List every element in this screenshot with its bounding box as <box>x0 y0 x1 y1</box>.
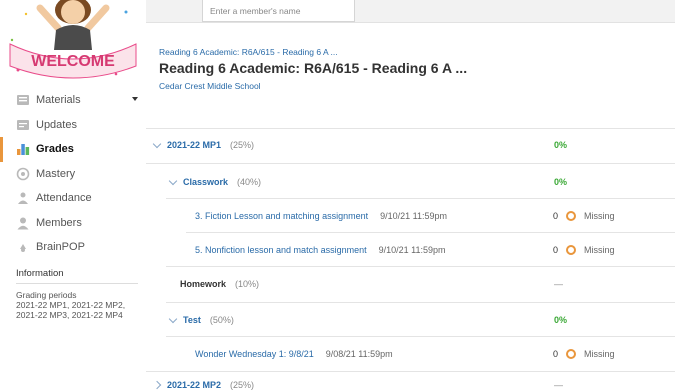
category-weight: (40%) <box>237 177 262 187</box>
category-weight: (10%) <box>235 279 260 289</box>
grades-icon <box>16 142 30 156</box>
category-grade: 0% <box>554 315 568 325</box>
page-title: Reading 6 Academic: R6A/615 - Reading 6 … <box>159 60 468 76</box>
sidebar-nav: Materials Updates Grades Mastery Attenda… <box>0 88 146 260</box>
chevron-down-icon[interactable] <box>132 97 138 101</box>
assignment-due-date: 9/10/21 11:59pm <box>378 245 446 255</box>
sidebar-item-brainpop[interactable]: BrainPOP <box>0 235 146 260</box>
assignment-title[interactable]: Wonder Wednesday 1: 9/8/21 <box>195 349 314 359</box>
school-link[interactable]: Cedar Crest Middle School <box>159 81 261 91</box>
attendance-icon <box>16 191 30 205</box>
sidebar-item-label: Materials <box>36 94 81 107</box>
app-window: WELCOME Materials Updates Grades Mastery… <box>0 0 675 392</box>
divider <box>146 371 675 372</box>
assignment-status: Missing <box>584 211 615 221</box>
assignment-title[interactable]: 5. Nonfiction lesson and match assignmen… <box>195 245 367 255</box>
grading-period-label[interactable]: 2021-22 MP2 <box>167 380 221 390</box>
chevron-right-icon[interactable] <box>152 380 162 390</box>
chevron-down-icon[interactable] <box>168 176 178 185</box>
assignment-score: 0 <box>553 211 559 221</box>
sidebar-item-grades[interactable]: Grades <box>0 137 146 162</box>
mastery-icon <box>16 167 30 181</box>
svg-text:WELCOME: WELCOME <box>31 53 115 70</box>
category-label[interactable]: Test <box>183 315 201 325</box>
sidebar-item-members[interactable]: Members <box>0 211 146 236</box>
sidebar: WELCOME Materials Updates Grades Mastery… <box>0 0 146 392</box>
category-label: Homework <box>180 279 227 289</box>
chevron-down-icon[interactable] <box>152 139 162 148</box>
grading-periods-label: Grading periods <box>16 290 77 300</box>
category-grade: 0% <box>554 177 568 187</box>
sidebar-item-label: Grades <box>36 143 74 156</box>
divider <box>166 266 675 267</box>
category-label[interactable]: Classwork <box>183 177 228 187</box>
grading-period-grade: — <box>554 380 563 390</box>
sidebar-item-updates[interactable]: Updates <box>0 113 146 138</box>
breadcrumb[interactable]: Reading 6 Academic: R6A/615 - Reading 6 … <box>159 47 338 57</box>
brainpop-icon <box>16 240 30 254</box>
information-heading: Information <box>16 268 64 279</box>
assignment-score: 0 <box>553 349 559 359</box>
sidebar-item-label: BrainPOP <box>36 241 85 254</box>
assignment-title[interactable]: 3. Fiction Lesson and matching assignmen… <box>195 211 368 221</box>
assignment-score: 0 <box>553 245 559 255</box>
assignment-status: Missing <box>584 349 615 359</box>
materials-icon <box>16 93 30 107</box>
grading-period-grade: 0% <box>554 140 568 150</box>
assignment-due-date: 9/10/21 11:59pm <box>380 211 447 221</box>
assignment-due-date: 9/08/21 11:59pm <box>325 349 393 359</box>
missing-status-icon <box>566 245 577 255</box>
divider <box>166 198 675 199</box>
sidebar-item-label: Members <box>36 216 82 229</box>
missing-status-icon <box>566 211 577 221</box>
sidebar-item-attendance[interactable]: Attendance <box>0 186 146 211</box>
sidebar-item-materials[interactable]: Materials <box>0 88 146 113</box>
divider <box>166 336 675 337</box>
divider <box>146 163 675 164</box>
members-icon <box>16 216 30 230</box>
category-weight: (50%) <box>209 315 234 325</box>
sidebar-item-label: Mastery <box>36 167 76 180</box>
main-content: Reading 6 Academic: R6A/615 - Reading 6 … <box>146 0 675 392</box>
grading-periods-value: 2021-22 MP1, 2021-22 MP2, 2021-22 MP3, 2… <box>16 300 126 320</box>
grading-period-weight: (25%) <box>230 380 255 390</box>
grading-period-weight: (25%) <box>230 140 255 150</box>
member-search-input[interactable] <box>202 0 355 22</box>
grading-period-label[interactable]: 2021-22 MP1 <box>167 140 221 150</box>
sidebar-item-label: Updates <box>36 118 77 131</box>
missing-status-icon <box>566 349 577 359</box>
category-grade: — <box>554 279 563 289</box>
welcome-avatar-image: WELCOME <box>6 0 140 82</box>
divider <box>16 283 138 284</box>
sidebar-item-mastery[interactable]: Mastery <box>0 162 146 187</box>
sidebar-item-label: Attendance <box>36 192 92 205</box>
chevron-down-icon[interactable] <box>168 314 178 323</box>
divider <box>146 128 675 129</box>
assignment-status: Missing <box>584 245 615 255</box>
top-bar <box>146 0 675 23</box>
updates-icon <box>16 118 30 132</box>
divider <box>186 232 675 233</box>
divider <box>166 302 675 303</box>
